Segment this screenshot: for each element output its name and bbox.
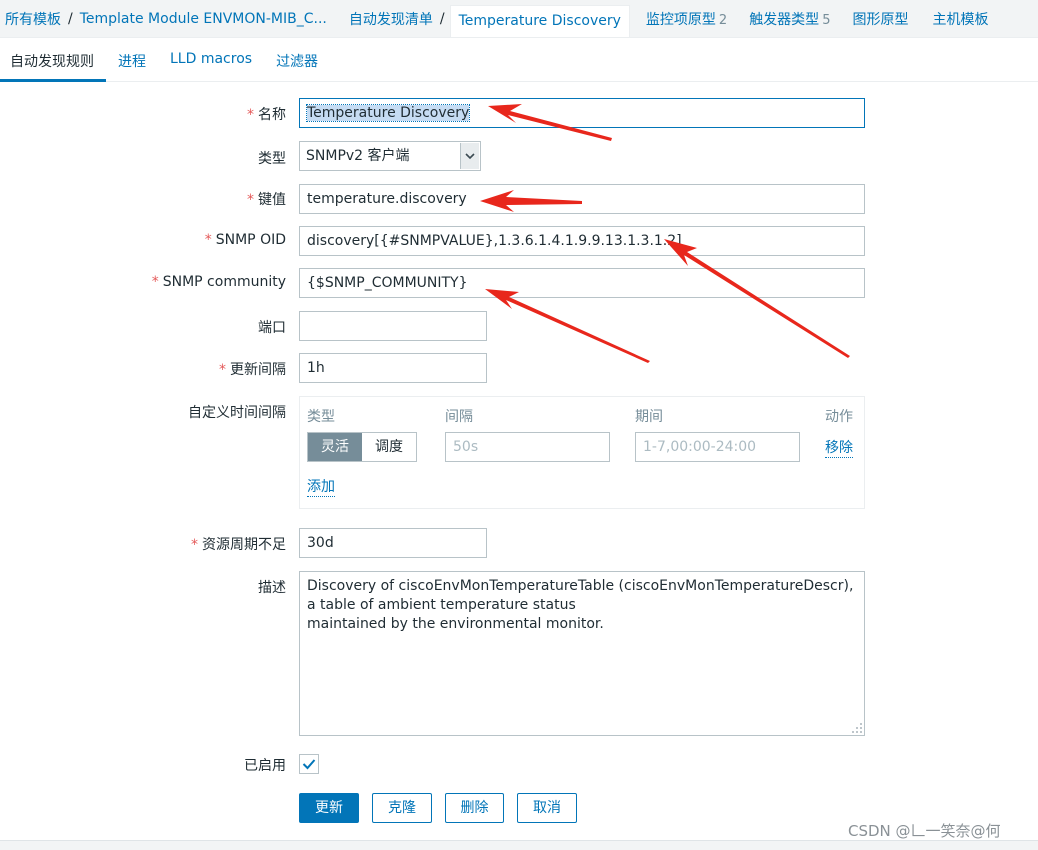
nav-trigger-prototypes-label: 触发器类型 — [749, 11, 820, 28]
required-marker: * — [191, 537, 198, 553]
key-input[interactable]: temperature.discovery — [299, 184, 865, 214]
update-button[interactable]: 更新 — [299, 793, 359, 823]
delete-button[interactable]: 删除 — [445, 793, 504, 823]
nav-host-prototypes[interactable]: 主机模板 — [932, 9, 988, 29]
snmp-community-input[interactable]: {$SNMP_COMMUNITY} — [299, 268, 865, 298]
clone-button[interactable]: 克隆 — [372, 793, 432, 823]
type-select[interactable]: SNMPv2 客户端 — [299, 141, 481, 171]
snmp-community-label: * SNMP community — [152, 274, 286, 290]
port-input[interactable] — [299, 311, 487, 341]
ci-type-toggle: 灵活 调度 — [307, 432, 417, 462]
tab-bar: 自动发现规则 进程 LLD macros 过滤器 — [0, 38, 1038, 82]
resize-grip-icon[interactable] — [851, 722, 863, 734]
breadcrumb-bar: 所有模板 / Template Module ENVMON-MIB_C... 自… — [0, 0, 1038, 38]
nav-item-prototypes[interactable]: 监控项原型 2 — [646, 9, 727, 29]
ci-type-scheduling[interactable]: 调度 — [362, 433, 416, 461]
ci-header-type: 类型 — [307, 409, 335, 425]
required-marker: * — [204, 232, 212, 248]
ci-header-action: 动作 — [825, 409, 853, 425]
annotation-arrow-icon — [485, 289, 650, 363]
watermark: CSDN @𠃊一笑奈@何 — [848, 822, 1001, 840]
port-label: 端口 — [258, 320, 286, 336]
enabled-label: 已启用 — [244, 758, 286, 774]
breadcrumb-template[interactable]: Template Module ENVMON-MIB_C... — [80, 11, 327, 27]
annotation-arrow-icon — [664, 239, 850, 358]
update-interval-label-text: 更新间隔 — [230, 362, 286, 378]
breadcrumb-all-templates[interactable]: 所有模板 — [5, 9, 61, 29]
snmp-oid-label-text: SNMP OID — [215, 232, 286, 248]
chevron-down-icon — [460, 143, 479, 169]
ci-header-interval: 间隔 — [445, 409, 473, 425]
update-interval-input[interactable]: 1h — [299, 353, 487, 383]
custom-intervals-table: 类型 间隔 期间 动作 灵活 调度 50s 1-7,00:00-24:00 移除… — [299, 396, 865, 509]
snmp-oid-input[interactable]: discovery[{#SNMPVALUE},1.3.6.1.4.1.9.9.1… — [299, 226, 865, 256]
name-input-value: Temperature Discovery — [305, 104, 471, 122]
breadcrumb-current: Temperature Discovery — [449, 4, 630, 37]
tab-filters[interactable]: 过滤器 — [264, 38, 330, 82]
required-marker: * — [247, 192, 254, 208]
footer-strip — [0, 840, 1038, 850]
required-marker: * — [219, 362, 226, 378]
snmp-community-label-text: SNMP community — [162, 274, 286, 290]
key-label-text: 键值 — [258, 192, 286, 208]
ci-interval-input[interactable]: 50s — [445, 432, 610, 462]
key-label: * 键值 — [247, 189, 286, 209]
required-marker: * — [247, 107, 254, 123]
required-marker: * — [151, 274, 159, 290]
tab-lld-macros[interactable]: LLD macros — [158, 38, 264, 82]
breadcrumb-separator: / — [68, 10, 73, 27]
ci-remove-link[interactable]: 移除 — [825, 437, 853, 458]
cancel-button[interactable]: 取消 — [517, 793, 577, 823]
type-label: 类型 — [258, 151, 286, 167]
nav-graph-prototypes[interactable]: 图形原型 — [852, 9, 908, 29]
nav-trigger-prototypes-count: 5 — [822, 12, 831, 28]
check-icon — [302, 759, 316, 770]
nav-item-prototypes-label: 监控项原型 — [645, 11, 716, 28]
ci-type-flexible[interactable]: 灵活 — [308, 433, 362, 461]
lifetime-input[interactable]: 30d — [299, 528, 487, 558]
description-label: 描述 — [258, 580, 286, 596]
name-input[interactable]: Temperature Discovery — [299, 98, 865, 128]
snmp-oid-label: * SNMP OID — [205, 232, 286, 248]
ci-add-link[interactable]: 添加 — [307, 476, 335, 497]
description-textarea[interactable] — [299, 571, 865, 736]
lifetime-label: * 资源周期不足 — [191, 534, 286, 554]
name-label-text: 名称 — [258, 107, 286, 123]
ci-header-period: 期间 — [635, 409, 663, 425]
ci-period-input[interactable]: 1-7,00:00-24:00 — [635, 432, 800, 462]
name-label: * 名称 — [247, 104, 286, 124]
type-select-value: SNMPv2 客户端 — [306, 148, 410, 164]
custom-intervals-label: 自定义时间间隔 — [188, 405, 286, 421]
nav-item-prototypes-count: 2 — [718, 12, 728, 28]
nav-trigger-prototypes[interactable]: 触发器类型 5 — [749, 9, 830, 29]
breadcrumb-separator: / — [439, 10, 445, 27]
enabled-checkbox[interactable] — [299, 754, 319, 774]
tab-preprocessing[interactable]: 进程 — [106, 38, 158, 82]
update-interval-label: * 更新间隔 — [219, 359, 286, 379]
lifetime-label-text: 资源周期不足 — [202, 537, 286, 553]
breadcrumb-discovery-list[interactable]: 自动发现清单 — [349, 9, 433, 29]
tab-discovery-rule[interactable]: 自动发现规则 — [0, 38, 106, 82]
